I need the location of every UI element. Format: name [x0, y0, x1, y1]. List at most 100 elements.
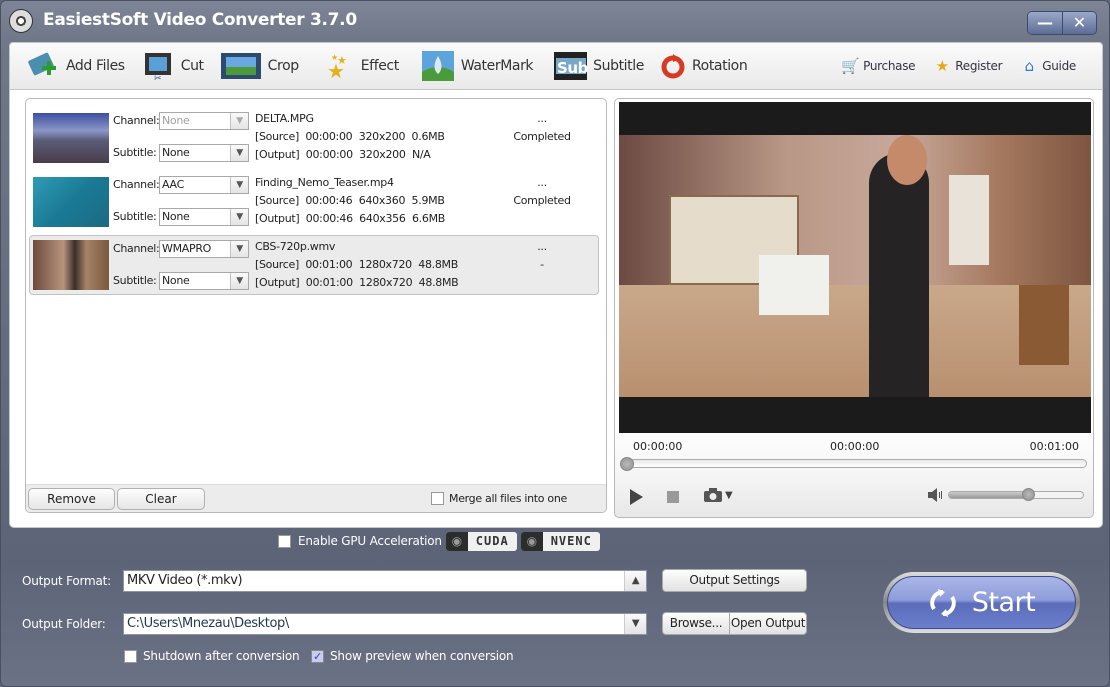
- channel-select[interactable]: AAC ▼: [159, 176, 249, 194]
- rotation-label: Rotation: [691, 58, 748, 74]
- cuda-label: CUDA: [475, 534, 509, 548]
- output-settings-button[interactable]: Output Settings: [662, 569, 807, 592]
- shutdown-checkbox[interactable]: [124, 649, 137, 663]
- start-button-face: Start: [887, 576, 1076, 629]
- chevron-down-icon: ▼: [230, 177, 248, 193]
- channel-select[interactable]: None ▼: [159, 112, 249, 130]
- volume-icon[interactable]: [927, 488, 943, 502]
- app-window: EasiestSoft Video Converter 3.7.0 — ✕ Ad…: [0, 0, 1110, 687]
- channel-label: Channel:: [113, 178, 160, 191]
- watermark-button[interactable]: WaterMark: [421, 50, 534, 82]
- seek-handle[interactable]: [620, 457, 634, 471]
- merge-label: Merge all files into one: [449, 492, 568, 505]
- file-name: CBS-720p.wmv: [255, 240, 336, 253]
- shutdown-option: Shutdown after conversion: [124, 649, 300, 663]
- nvenc-label: NVENC: [550, 534, 592, 548]
- clear-button[interactable]: Clear: [117, 488, 205, 510]
- chevron-down-icon: ▼: [230, 209, 248, 225]
- file-list[interactable]: Channel: None ▼ Subtitle: None ▼ DELTA.MPG…: [25, 98, 607, 513]
- output-folder-value: C:\Users\Mnezau\Desktop\: [127, 616, 289, 631]
- output-info: [Output] 00:00:00 320x200 N/A: [255, 148, 431, 161]
- video-thumbnail: [33, 113, 109, 163]
- rotation-button[interactable]: Rotation: [660, 50, 748, 82]
- crop-button[interactable]: Crop: [220, 50, 299, 82]
- nvidia-eye-icon: ◉: [445, 531, 468, 551]
- guide-link[interactable]: ⌂ Guide: [1020, 57, 1077, 75]
- volume-slider[interactable]: [948, 488, 1084, 501]
- file-name: DELTA.MPG: [255, 112, 314, 125]
- cuda-badge: ◉ CUDA: [445, 531, 517, 551]
- svg-text:✂: ✂: [154, 74, 162, 82]
- cut-button[interactable]: ✂ Cut: [141, 50, 204, 82]
- toolbar: Add Files ✂ Cut Crop ★ ★ ★ Effect WaterMar…: [9, 42, 1103, 90]
- crop-icon: [220, 50, 262, 82]
- start-button[interactable]: Start: [883, 572, 1080, 633]
- open-output-button[interactable]: Open Output: [729, 612, 807, 635]
- svg-text:Sub: Sub: [557, 59, 587, 77]
- merge-checkbox[interactable]: [431, 492, 444, 505]
- output-format-select[interactable]: MKV Video (*.mkv) ▲: [123, 570, 647, 592]
- time-end: 00:01:00: [1029, 440, 1079, 453]
- remove-button[interactable]: Remove: [28, 488, 115, 510]
- output-folder-field[interactable]: C:\Users\Mnezau\Desktop\ ▼: [123, 613, 647, 635]
- file-row-selected[interactable]: Channel: WMAPRO ▼ Subtitle: None ▼ CBS-720…: [29, 235, 599, 295]
- nvenc-badge: ◉ NVENC: [520, 531, 600, 551]
- watermark-icon: [421, 50, 455, 82]
- title-bar[interactable]: EasiestSoft Video Converter 3.7.0 — ✕: [1, 1, 1109, 41]
- subtitle-select[interactable]: None ▼: [159, 272, 249, 290]
- gpu-checkbox[interactable]: [278, 534, 291, 548]
- chevron-down-icon: ▼: [230, 145, 248, 161]
- chevron-down-icon: ▼: [230, 241, 248, 257]
- play-button[interactable]: [630, 489, 643, 505]
- volume-handle[interactable]: [1022, 488, 1036, 501]
- source-info: [Source] 00:00:46 640x360 5.9MB: [255, 194, 445, 207]
- video-frame: [619, 135, 1091, 397]
- snapshot-button[interactable]: ▼: [703, 487, 733, 503]
- film-reel-logo-icon: [9, 9, 33, 33]
- file-menu-button[interactable]: ...: [497, 240, 587, 253]
- register-link[interactable]: ★ Register: [933, 57, 1003, 75]
- show-preview-checkbox[interactable]: ✓: [311, 649, 324, 663]
- chevron-down-icon: ▼: [230, 113, 248, 129]
- crop-label: Crop: [267, 58, 299, 74]
- subtitle-select[interactable]: None ▼: [159, 208, 249, 226]
- effect-button[interactable]: ★ ★ ★ Effect: [321, 50, 400, 82]
- channel-label: Channel:: [113, 114, 160, 127]
- subtitle-icon: Sub: [553, 50, 588, 82]
- merge-option: Merge all files into one: [431, 492, 567, 505]
- show-preview-option: ✓ Show preview when conversion: [311, 649, 514, 663]
- seek-slider[interactable]: [620, 457, 1087, 471]
- channel-select[interactable]: WMAPRO ▼: [159, 240, 249, 258]
- subtitle-select[interactable]: None ▼: [159, 144, 249, 162]
- output-info: [Output] 00:00:46 640x356 6.6MB: [255, 212, 446, 225]
- file-row[interactable]: Channel: AAC ▼ Subtitle: None ▼ Finding_Ne…: [29, 171, 599, 231]
- purchase-link[interactable]: 🛒 Purchase: [841, 57, 916, 75]
- file-menu-button[interactable]: ...: [497, 112, 587, 125]
- subtitle-value: None: [162, 146, 190, 159]
- watermark-label: WaterMark: [460, 58, 534, 74]
- file-menu-button[interactable]: ...: [497, 176, 587, 189]
- video-thumbnail: [33, 240, 109, 290]
- subtitle-button[interactable]: Sub Subtitle: [553, 50, 644, 82]
- browse-button[interactable]: Browse...: [662, 612, 730, 635]
- start-label: Start: [971, 587, 1036, 618]
- subtitle-value: None: [162, 274, 190, 287]
- subtitle-value: None: [162, 210, 190, 223]
- status-text: -: [540, 258, 544, 271]
- video-thumbnail: [33, 177, 109, 227]
- effect-label: Effect: [360, 58, 400, 74]
- video-preview[interactable]: [619, 102, 1091, 433]
- show-preview-label: Show preview when conversion: [330, 649, 514, 663]
- rotation-icon: [660, 50, 686, 82]
- stop-button[interactable]: [667, 491, 679, 503]
- minimize-button[interactable]: —: [1028, 12, 1062, 34]
- close-button[interactable]: ✕: [1062, 12, 1096, 34]
- channel-value: AAC: [162, 178, 184, 191]
- source-info: [Source] 00:00:00 320x200 0.6MB: [255, 130, 445, 143]
- subtitle-label: Subtitle:: [113, 274, 157, 287]
- add-files-button[interactable]: Add Files: [26, 50, 125, 82]
- purchase-label: Purchase: [863, 59, 916, 73]
- guide-label: Guide: [1042, 59, 1076, 73]
- file-row[interactable]: Channel: None ▼ Subtitle: None ▼ DELTA.MPG…: [29, 107, 599, 167]
- gpu-label: Enable GPU Acceleration: [298, 534, 442, 548]
